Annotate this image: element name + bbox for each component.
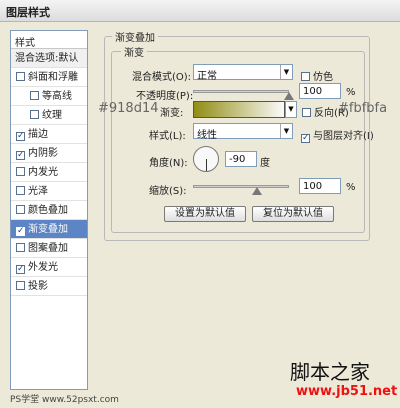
angle-label: 角度(N): (149, 158, 188, 169)
angle-needle (206, 159, 207, 171)
left-color-annotation: #918d14 (98, 101, 159, 116)
angle-input[interactable]: -90 (225, 151, 257, 167)
gradient-preview[interactable] (193, 101, 285, 118)
style-item[interactable]: 光泽 (11, 182, 87, 201)
dialog-title: 图层样式 (6, 6, 50, 19)
scale-slider-thumb[interactable] (252, 187, 262, 195)
title-bar: 图层样式 (0, 0, 400, 22)
angle-value: -90 (229, 154, 246, 165)
style-item-checkbox[interactable] (16, 72, 25, 81)
style-item-checkbox[interactable] (16, 205, 25, 214)
style-item-label: 外发光 (28, 262, 58, 273)
opacity-value: 100 (303, 86, 323, 97)
dither-checkbox-wrap[interactable]: 仿色 (301, 68, 333, 83)
reverse-checkbox[interactable] (302, 108, 311, 117)
style-item-checkbox[interactable]: ✓ (16, 151, 25, 160)
opacity-slider-track[interactable] (193, 90, 289, 93)
style-item[interactable]: 颜色叠加 (11, 201, 87, 220)
gradient-label: 渐变: (160, 108, 184, 119)
style-items-list: 斜面和浮雕 等高线 纹理 ✓ 描边 ✓ 内阴影 内发光 光泽 颜色叠加 ✓ 渐变叠加 图案叠加 ✓ 外发光投… (11, 68, 87, 296)
style-item[interactable]: ✓ 内阴影 (11, 144, 87, 163)
style-item[interactable]: 内发光 (11, 163, 87, 182)
style-item-label: 内阴影 (28, 148, 58, 159)
right-color-annotation: #fbfbfa (338, 101, 388, 116)
style-item[interactable]: ✓ 外发光 (11, 258, 87, 277)
blend-mode-label: 混合模式(O): (132, 72, 192, 83)
gradient-overlay-title: 渐变叠加 (112, 29, 158, 44)
reset-default-button[interactable]: 复位为默认值 (252, 206, 334, 222)
set-default-button[interactable]: 设置为默认值 (164, 206, 246, 222)
gradient-subgroup-title: 渐变 (121, 44, 147, 59)
watermark-url: www.jb51.net (296, 384, 398, 399)
chevron-down-icon: ▼ (280, 65, 292, 79)
style-item[interactable]: ✓ 渐变叠加 (11, 220, 87, 239)
scale-value: 100 (303, 181, 323, 192)
chevron-down-icon: ▼ (286, 102, 296, 117)
blend-mode-value: 正常 (197, 71, 217, 82)
opacity-slider-thumb[interactable] (284, 92, 294, 100)
gradient-style-value: 线性 (197, 130, 217, 141)
style-item-checkbox[interactable] (16, 281, 25, 290)
style-item-checkbox[interactable] (16, 186, 25, 195)
bottom-logo: PS学堂 www.52psxt.com (10, 395, 119, 405)
style-item-checkbox[interactable]: ✓ (16, 265, 25, 274)
angle-dial[interactable] (193, 146, 219, 172)
watermark-site-name: 脚本之家 (290, 360, 370, 384)
gradient-picker-dropdown[interactable]: ▼ (285, 101, 297, 118)
opacity-unit: % (346, 87, 356, 98)
chevron-down-icon: ▼ (280, 124, 292, 138)
blend-mode-select[interactable]: 正常 ▼ (193, 64, 293, 82)
style-item-label: 投影 (28, 281, 48, 292)
layer-style-dialog: 图层样式 样式 混合选项:默认 斜面和浮雕 等高线 纹理 ✓ 描边 ✓ 内阴影 内发光 光泽 颜色… (0, 0, 400, 408)
style-item-label: 描边 (28, 129, 48, 140)
style-item-label: 纹理 (42, 110, 62, 121)
style-item-label: 渐变叠加 (28, 224, 68, 235)
scale-input[interactable]: 100 (299, 178, 341, 194)
style-item-label: 光泽 (28, 186, 48, 197)
align-checkbox-wrap[interactable]: ✓ 与图层对齐(I) (301, 127, 374, 143)
styles-header[interactable]: 样式 (11, 31, 87, 49)
style-item-label: 颜色叠加 (28, 205, 68, 216)
style-item-checkbox[interactable] (30, 110, 39, 119)
angle-unit: 度 (260, 158, 270, 169)
align-label: 与图层对齐(I) (313, 131, 374, 142)
style-item-checkbox[interactable]: ✓ (16, 227, 25, 236)
blending-options-item[interactable]: 混合选项:默认 (11, 49, 87, 68)
dither-label: 仿色 (313, 72, 333, 83)
style-item[interactable]: ✓ 描边 (11, 125, 87, 144)
style-item-checkbox[interactable] (16, 167, 25, 176)
scale-label: 缩放(S): (149, 186, 187, 197)
style-item-label: 图案叠加 (28, 243, 68, 254)
gradient-style-select[interactable]: 线性 ▼ (193, 123, 293, 141)
style-item-checkbox[interactable] (30, 91, 39, 100)
style-item-checkbox[interactable]: ✓ (16, 132, 25, 141)
style-item-label: 等高线 (42, 91, 72, 102)
scale-unit: % (346, 182, 356, 193)
opacity-input[interactable]: 100 (299, 83, 341, 99)
style-item[interactable]: 投影 (11, 277, 87, 296)
styles-list-panel: 样式 混合选项:默认 斜面和浮雕 等高线 纹理 ✓ 描边 ✓ 内阴影 内发光 光泽 颜色叠加 ✓ 渐变… (10, 30, 88, 390)
style-item[interactable]: 等高线 (11, 87, 87, 106)
style-item-label: 内发光 (28, 167, 58, 178)
align-checkbox[interactable]: ✓ (301, 134, 310, 143)
style-item[interactable]: 图案叠加 (11, 239, 87, 258)
style-item[interactable]: 纹理 (11, 106, 87, 125)
scale-slider-track[interactable] (193, 185, 289, 188)
style-item[interactable]: 斜面和浮雕 (11, 68, 87, 87)
style-item-checkbox[interactable] (16, 243, 25, 252)
dither-checkbox[interactable] (301, 72, 310, 81)
style-label: 样式(L): (149, 131, 186, 142)
style-item-label: 斜面和浮雕 (28, 72, 78, 83)
opacity-label: 不透明度(P): (136, 91, 194, 102)
